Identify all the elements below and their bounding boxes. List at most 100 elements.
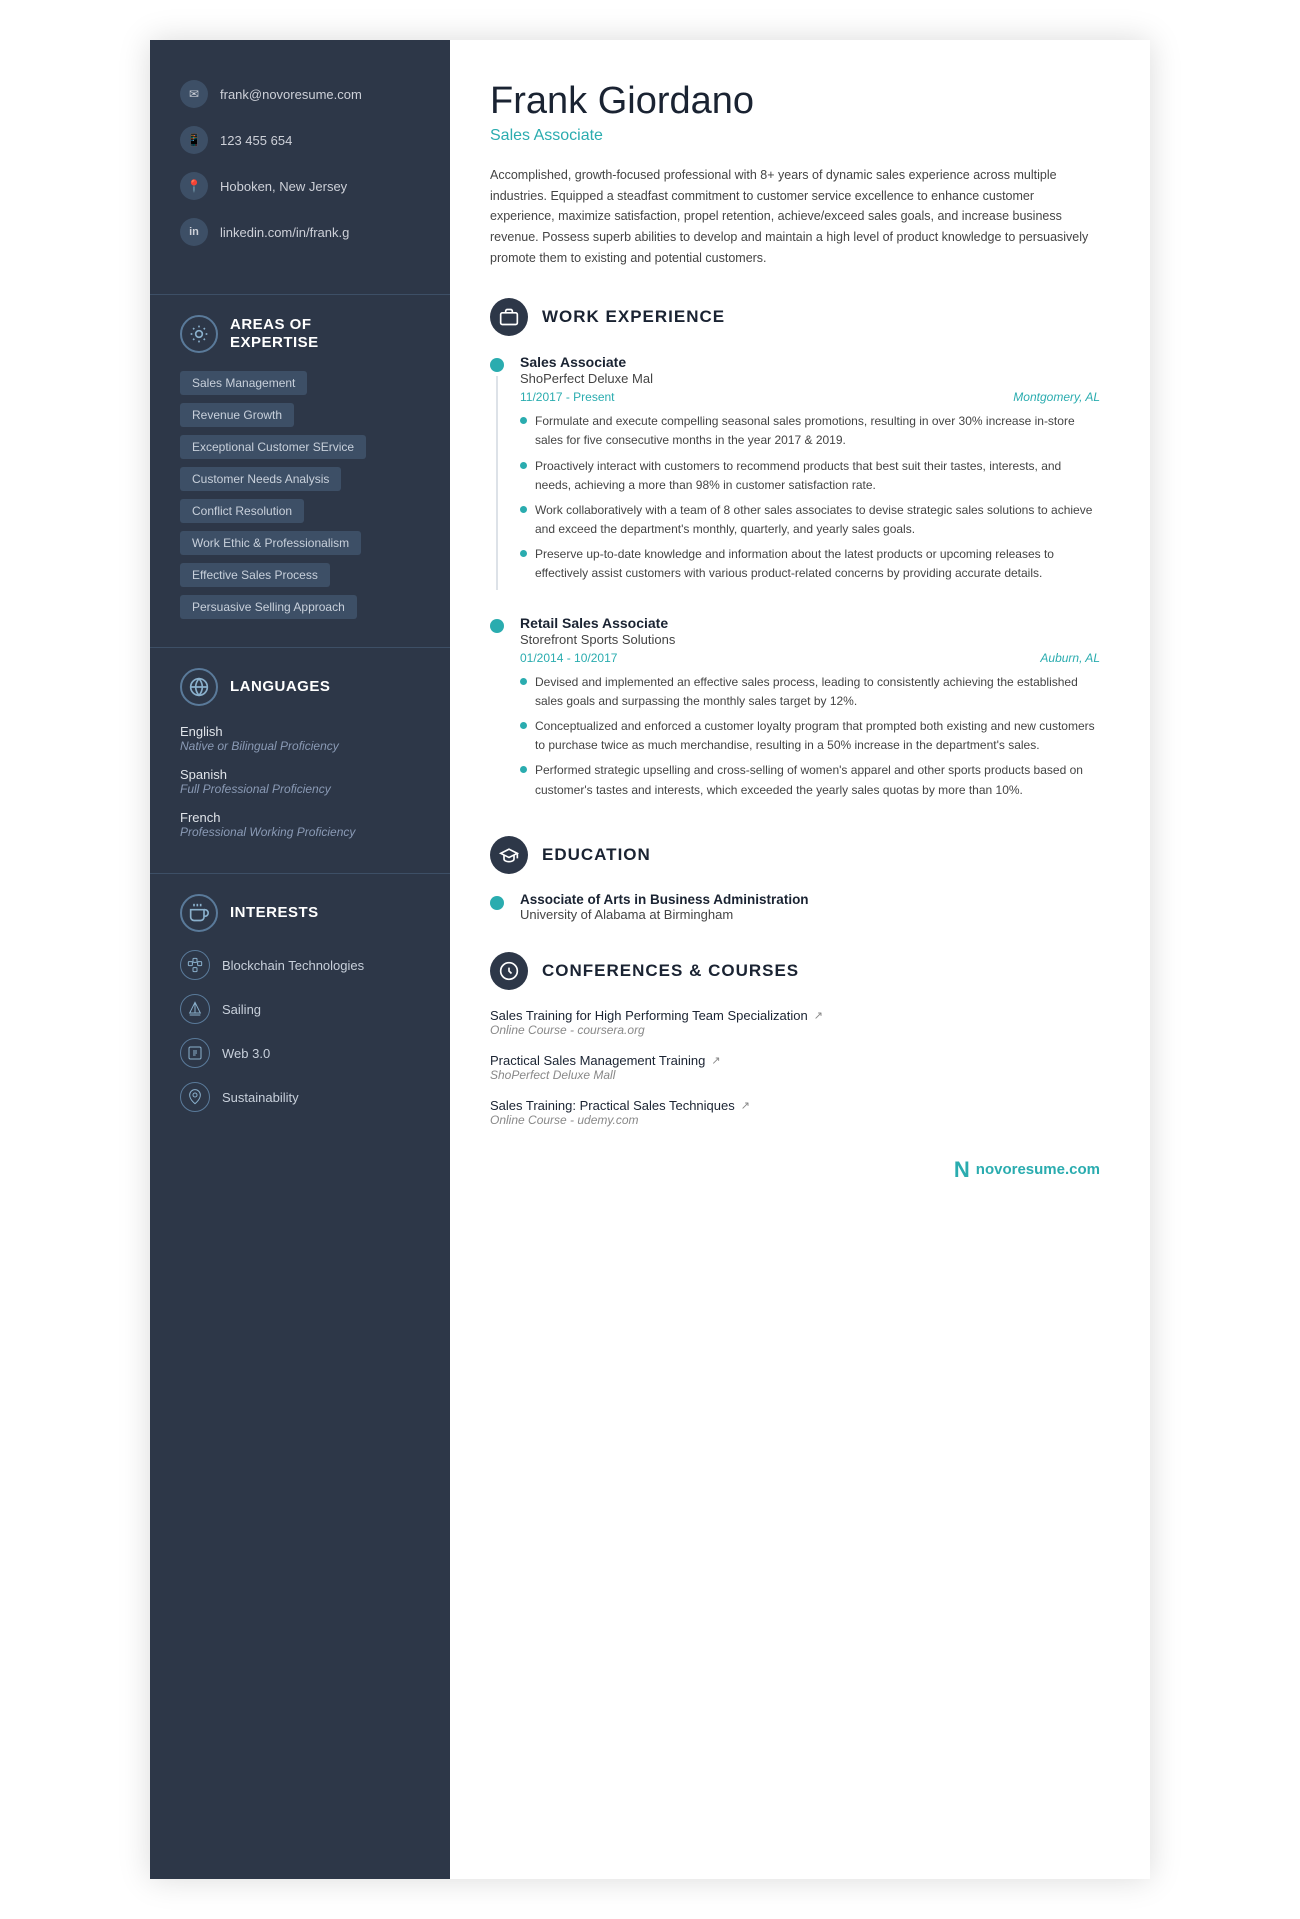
logo-n-letter: N — [954, 1157, 970, 1183]
contact-phone: 📱 123 455 654 — [180, 126, 420, 154]
interests-icon — [180, 894, 218, 932]
main-content: Frank Giordano Sales Associate Accomplis… — [450, 40, 1150, 1879]
bullet-dot — [520, 722, 527, 729]
conf-title-3: Sales Training: Practical Sales Techniqu… — [490, 1098, 1100, 1113]
timeline-dot-2 — [490, 619, 504, 633]
language-item-french: French Professional Working Proficiency — [180, 810, 420, 839]
contact-linkedin: in linkedin.com/in/frank.g — [180, 218, 420, 246]
bullet-dot — [520, 417, 527, 424]
bullet-item: Preserve up-to-date knowledge and inform… — [520, 545, 1100, 583]
interest-web3: Web 3.0 — [180, 1038, 420, 1068]
skill-badge: Conflict Resolution — [180, 499, 304, 523]
timeline-line-1 — [496, 376, 498, 590]
work-body-2: Retail Sales Associate Storefront Sports… — [520, 615, 1100, 806]
bullet-item: Devised and implemented an effective sal… — [520, 673, 1100, 711]
conferences-icon — [490, 952, 528, 990]
conf-entry-2: Practical Sales Management Training ↗ Sh… — [490, 1053, 1100, 1082]
work-experience-section: WORK EXPERIENCE Sales Associate ShoPerfe… — [490, 298, 1100, 806]
skill-badge: Effective Sales Process — [180, 563, 330, 587]
conferences-section: CONFERENCES & COURSES Sales Training for… — [490, 952, 1100, 1127]
email-icon: ✉ — [180, 80, 208, 108]
language-item-spanish: Spanish Full Professional Proficiency — [180, 767, 420, 796]
company-1: ShoPerfect Deluxe Mal — [520, 371, 1100, 386]
work-experience-header: WORK EXPERIENCE — [490, 298, 1100, 336]
summary-text: Accomplished, growth-focused professiona… — [490, 165, 1100, 268]
bullet-item: Work collaboratively with a team of 8 ot… — [520, 501, 1100, 539]
bullet-item: Conceptualized and enforced a customer l… — [520, 717, 1100, 755]
work-location-2: Auburn, AL — [1040, 651, 1100, 665]
work-entry-1: Sales Associate ShoPerfect Deluxe Mal 11… — [490, 354, 1100, 590]
company-2: Storefront Sports Solutions — [520, 632, 1100, 647]
contact-email: ✉ frank@novoresume.com — [180, 80, 420, 108]
ext-link-icon-2: ↗ — [711, 1054, 720, 1067]
conf-entry-1: Sales Training for High Performing Team … — [490, 1008, 1100, 1037]
bullet-dot — [520, 506, 527, 513]
timeline-dot-1 — [490, 358, 504, 372]
education-icon — [490, 836, 528, 874]
work-icon — [490, 298, 528, 336]
timeline-2 — [490, 615, 504, 806]
ext-link-icon-3: ↗ — [741, 1099, 750, 1112]
edu-body: Associate of Arts in Business Administra… — [520, 892, 809, 922]
skill-badge: Sales Management — [180, 371, 307, 395]
work-bullets-1: Formulate and execute compelling seasona… — [520, 412, 1100, 584]
education-header: EDUCATION — [490, 836, 1100, 874]
languages-section: LANGUAGES English Native or Bilingual Pr… — [150, 647, 450, 873]
contact-section: ✉ frank@novoresume.com 📱 123 455 654 📍 H… — [150, 40, 450, 294]
expertise-icon — [180, 315, 218, 353]
conf-source-1: Online Course - coursera.org — [490, 1023, 1100, 1037]
web3-icon — [180, 1038, 210, 1068]
work-meta-1: 11/2017 - Present Montgomery, AL — [520, 390, 1100, 404]
work-dates-1: 11/2017 - Present — [520, 390, 615, 404]
languages-header: LANGUAGES — [180, 668, 420, 706]
bullet-item: Proactively interact with customers to r… — [520, 457, 1100, 495]
conf-entry-3: Sales Training: Practical Sales Techniqu… — [490, 1098, 1100, 1127]
skill-badge: Revenue Growth — [180, 403, 294, 427]
languages-icon — [180, 668, 218, 706]
expertise-header: AREAS OF EXPERTISE — [180, 315, 420, 353]
logo-text: novoresume.com — [976, 1161, 1100, 1178]
work-bullets-2: Devised and implemented an effective sal… — [520, 673, 1100, 800]
conferences-section-title: CONFERENCES & COURSES — [542, 961, 799, 981]
candidate-name: Frank Giordano — [490, 80, 1100, 123]
skills-list: Sales Management Revenue Growth Exceptio… — [180, 371, 420, 627]
skill-badge: Customer Needs Analysis — [180, 467, 341, 491]
edu-dot — [490, 896, 504, 910]
bullet-dot — [520, 678, 527, 685]
education-section: EDUCATION Associate of Arts in Business … — [490, 836, 1100, 922]
skill-badge: Work Ethic & Professionalism — [180, 531, 361, 555]
language-item-english: English Native or Bilingual Proficiency — [180, 724, 420, 753]
skill-badge: Exceptional Customer SErvice — [180, 435, 366, 459]
ext-link-icon: ↗ — [814, 1009, 823, 1022]
interests-header: INTERESTS — [180, 894, 420, 932]
job-title-2: Retail Sales Associate — [520, 615, 1100, 631]
location-icon: 📍 — [180, 172, 208, 200]
timeline-1 — [490, 354, 504, 590]
interest-sustainability: Sustainability — [180, 1082, 420, 1112]
edu-entry-1: Associate of Arts in Business Administra… — [490, 892, 1100, 922]
sustainability-icon — [180, 1082, 210, 1112]
conf-title-2: Practical Sales Management Training ↗ — [490, 1053, 1100, 1068]
contact-location: 📍 Hoboken, New Jersey — [180, 172, 420, 200]
sidebar: ✉ frank@novoresume.com 📱 123 455 654 📍 H… — [150, 40, 450, 1879]
linkedin-icon: in — [180, 218, 208, 246]
interest-sailing: Sailing — [180, 994, 420, 1024]
candidate-title: Sales Associate — [490, 127, 1100, 145]
education-section-title: EDUCATION — [542, 845, 651, 865]
skill-badge: Persuasive Selling Approach — [180, 595, 357, 619]
branding-logo: N novoresume.com — [490, 1157, 1100, 1183]
work-entry-2: Retail Sales Associate Storefront Sports… — [490, 615, 1100, 806]
bullet-item: Formulate and execute compelling seasona… — [520, 412, 1100, 450]
conf-source-3: Online Course - udemy.com — [490, 1113, 1100, 1127]
phone-icon: 📱 — [180, 126, 208, 154]
interests-section: INTERESTS Blockchain Technologies Sailin… — [150, 873, 450, 1146]
work-section-title: WORK EXPERIENCE — [542, 307, 725, 327]
edu-degree: Associate of Arts in Business Administra… — [520, 892, 809, 907]
expertise-section: AREAS OF EXPERTISE Sales Management Reve… — [150, 294, 450, 647]
conferences-header: CONFERENCES & COURSES — [490, 952, 1100, 990]
interest-blockchain: Blockchain Technologies — [180, 950, 420, 980]
conf-source-2: ShoPerfect Deluxe Mall — [490, 1068, 1100, 1082]
sailing-icon — [180, 994, 210, 1024]
edu-school: University of Alabama at Birmingham — [520, 907, 809, 922]
blockchain-icon — [180, 950, 210, 980]
